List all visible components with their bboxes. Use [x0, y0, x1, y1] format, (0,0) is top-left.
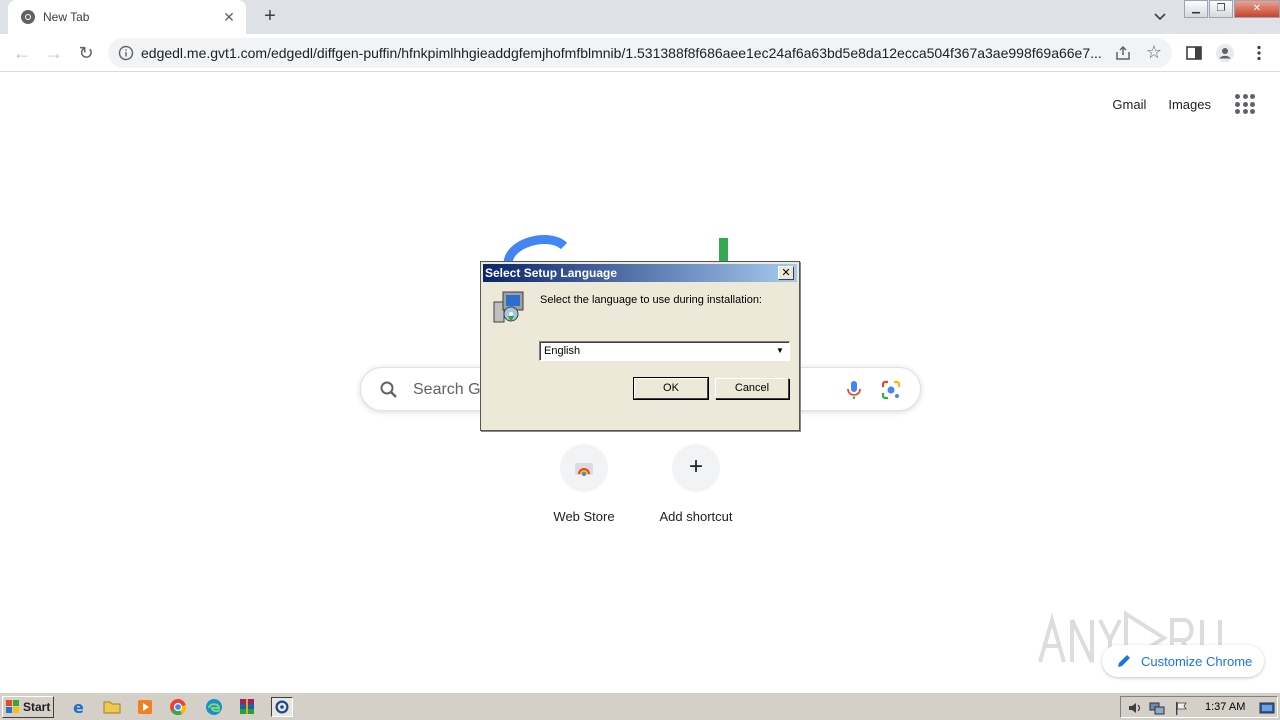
- dropdown-arrow-icon[interactable]: ▼: [773, 344, 787, 358]
- ie-icon[interactable]: e: [68, 697, 90, 717]
- edge-icon[interactable]: [203, 697, 225, 717]
- tab-strip: New Tab ✕ + ▁ ❐ ✕: [0, 0, 1280, 34]
- taskbar: Start e 1:37 AM: [0, 692, 1280, 720]
- new-tab-button[interactable]: +: [258, 5, 282, 29]
- customize-chrome-button[interactable]: Customize Chrome: [1102, 645, 1264, 677]
- setup-language-dialog: Select Setup Language ✕ Select the langu…: [480, 261, 800, 431]
- bookmark-star-icon[interactable]: ☆: [1146, 42, 1162, 63]
- tab-title: New Tab: [43, 10, 90, 24]
- shortcut-add[interactable]: + Add shortcut: [640, 444, 752, 524]
- shortcut-label: Web Store: [553, 509, 615, 524]
- minimize-icon[interactable]: ▁: [1184, 0, 1208, 18]
- mic-icon[interactable]: [844, 379, 864, 401]
- start-button[interactable]: Start: [2, 696, 54, 718]
- gmail-link[interactable]: Gmail: [1112, 97, 1146, 112]
- setup-taskbar-icon[interactable]: [271, 697, 293, 717]
- forward-icon[interactable]: →: [42, 41, 66, 65]
- language-select[interactable]: English ▼: [539, 341, 790, 361]
- restore-icon[interactable]: ❐: [1209, 0, 1233, 18]
- search-icon: [380, 381, 397, 398]
- dialog-close-icon[interactable]: ✕: [778, 266, 794, 280]
- more-menu-icon[interactable]: [1249, 43, 1269, 63]
- network-icon[interactable]: [1149, 700, 1165, 716]
- browser-toolbar: ← → ↻ edgedl.me.gvt1.com/edgedl/diffgen-…: [0, 34, 1280, 72]
- chrome-icon: [21, 10, 35, 24]
- cancel-button[interactable]: Cancel: [715, 378, 789, 399]
- tab-close-icon[interactable]: ✕: [220, 8, 238, 26]
- dialog-prompt: Select the language to use during instal…: [540, 294, 762, 306]
- profile-avatar-icon[interactable]: [1215, 43, 1235, 63]
- dialog-title: Select Setup Language: [485, 266, 618, 280]
- customize-chrome-label: Customize Chrome: [1141, 654, 1253, 669]
- shortcut-web-store[interactable]: Web Store: [528, 444, 640, 524]
- media-player-icon[interactable]: [134, 697, 156, 717]
- side-panel-icon[interactable]: [1184, 43, 1204, 63]
- top-nav: Gmail Images: [1112, 92, 1280, 116]
- shortcut-tile: [560, 444, 608, 492]
- search-placeholder: Search Go: [413, 381, 490, 398]
- volume-icon[interactable]: [1127, 700, 1143, 716]
- clock: 1:37 AM: [1205, 701, 1246, 713]
- address-bar[interactable]: edgedl.me.gvt1.com/edgedl/diffgen-puffin…: [108, 38, 1172, 68]
- window-controls: ▁ ❐ ✕: [1183, 0, 1280, 18]
- chrome-taskbar-icon[interactable]: [167, 697, 189, 717]
- url-text: edgedl.me.gvt1.com/edgedl/diffgen-puffin…: [141, 45, 1101, 61]
- share-icon[interactable]: [1114, 44, 1132, 62]
- lens-icon[interactable]: [880, 379, 902, 401]
- svg-text:e: e: [73, 698, 84, 717]
- windows-logo-icon: [6, 700, 19, 713]
- plus-icon: +: [688, 453, 703, 480]
- apps-icon[interactable]: [1233, 92, 1257, 116]
- web-store-icon: [575, 463, 593, 476]
- tab-new-tab[interactable]: New Tab ✕: [8, 0, 246, 34]
- info-icon[interactable]: [118, 45, 134, 61]
- folder-icon[interactable]: [101, 697, 123, 717]
- winrar-icon[interactable]: [236, 697, 258, 717]
- back-icon[interactable]: ←: [10, 41, 34, 65]
- system-tray: 1:37 AM: [1120, 696, 1278, 718]
- installer-icon: [493, 291, 524, 323]
- start-label: Start: [23, 700, 51, 714]
- show-desktop-icon[interactable]: [1259, 700, 1275, 716]
- reload-icon[interactable]: ↻: [74, 41, 98, 65]
- language-select-value: English: [544, 345, 581, 357]
- images-link[interactable]: Images: [1168, 97, 1211, 112]
- pencil-icon: [1118, 655, 1130, 667]
- ok-button[interactable]: OK: [633, 377, 709, 400]
- chevron-down-icon[interactable]: [1150, 8, 1170, 26]
- dialog-titlebar[interactable]: Select Setup Language ✕: [483, 264, 797, 282]
- shortcut-tile: +: [672, 444, 720, 492]
- close-window-icon[interactable]: ✕: [1234, 0, 1280, 18]
- shortcut-label: Add shortcut: [659, 509, 733, 524]
- flag-icon[interactable]: [1173, 700, 1189, 716]
